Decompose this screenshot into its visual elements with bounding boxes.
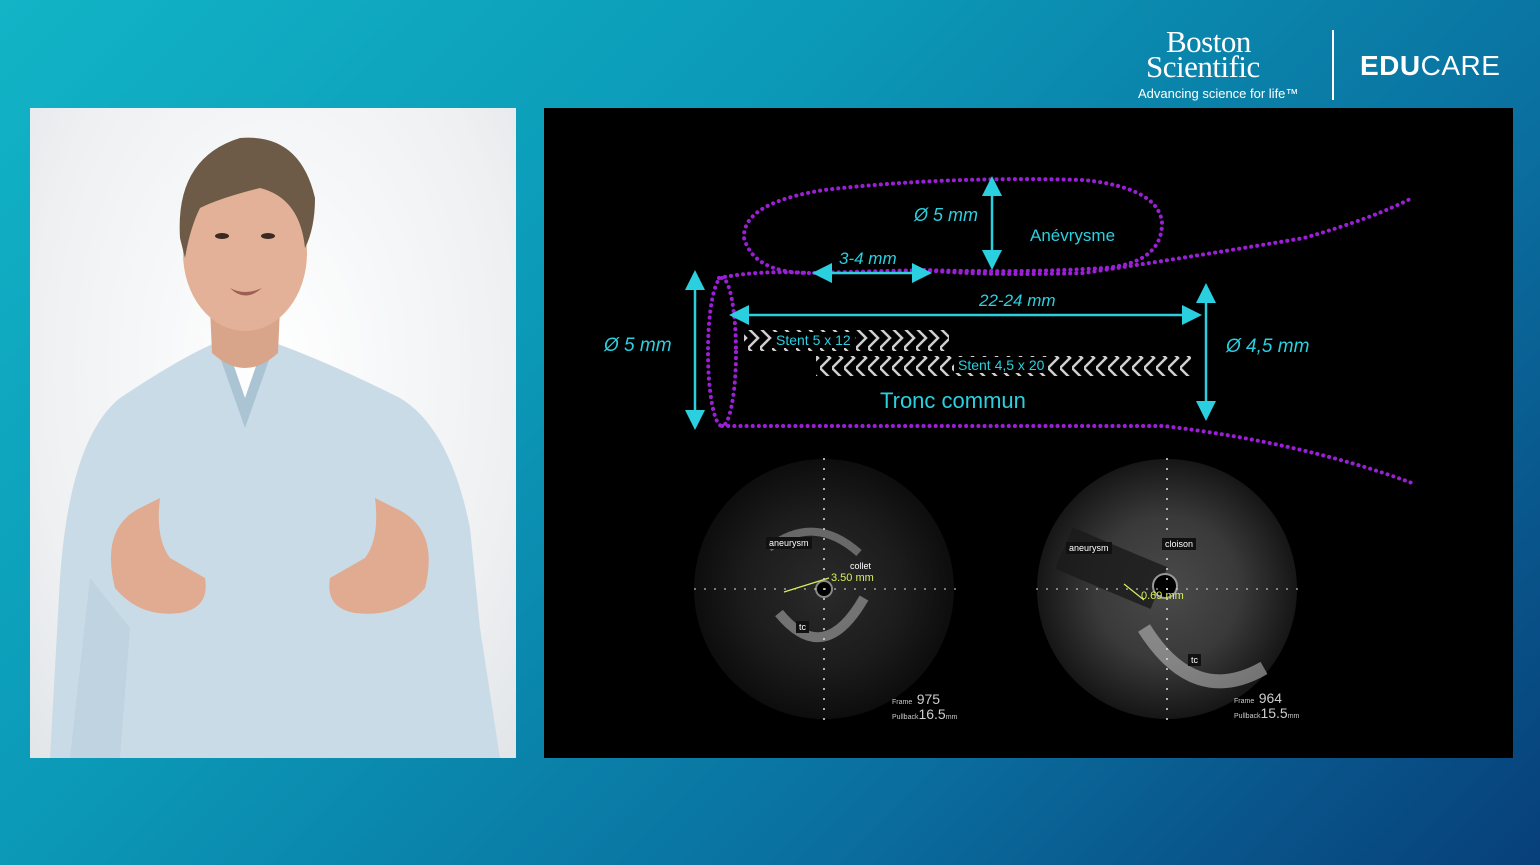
pullback-value: 16.5 (918, 706, 946, 722)
diagram-panel: Ø 5 mm Anévrysme 3-4 mm 22-24 mm Ø 5 mm … (544, 108, 1513, 758)
ivus-right-cloison-tag: cloison (1162, 538, 1197, 550)
ivus-right-tc-tag: tc (1188, 654, 1202, 666)
neck-length-label: 3-4 mm (839, 249, 897, 268)
brand-header: Boston Scientific Advancing science for … (1130, 26, 1520, 103)
logo-tagline: Advancing science for life™ (1138, 86, 1299, 101)
logo-divider (1332, 30, 1334, 100)
vessel-label: Tronc commun (880, 388, 1026, 413)
ivus-right-pullback: Pullback15.5mm (1234, 705, 1299, 723)
presenter-video (30, 108, 516, 758)
frame-label: Frame (1234, 698, 1255, 705)
outlet-diameter-label: Ø 4,5 mm (1226, 336, 1310, 357)
presenter-illustration (50, 137, 500, 758)
stent-span-label: 22-24 mm (979, 291, 1056, 310)
educare-bold: EDU (1360, 50, 1421, 81)
frame-value: 964 (1258, 690, 1283, 706)
pullback-unit: mm (1287, 713, 1300, 720)
stent2-label: Stent 4,5 x 20 (954, 357, 1049, 373)
educare-logo: EDUCARE (1360, 50, 1500, 82)
pullback-unit: mm (945, 714, 958, 721)
logo-line2: Scientific (1146, 49, 1260, 84)
ivus-left-pullback: Pullback16.5mm (892, 706, 957, 724)
frame-value: 975 (916, 691, 941, 707)
pullback-label: Pullback (892, 714, 919, 721)
ivus-left-measure: 3.50 mm (831, 572, 874, 584)
aneurysm-diameter-label: Ø 5 mm (914, 205, 979, 225)
ivus-left-aneurysm-tag: aneurysm (766, 537, 812, 549)
ivus-right-aneurysm-tag: aneurysm (1066, 542, 1112, 554)
frame-label: Frame (892, 699, 913, 706)
ivus-right-measure: 0.69 mm (1141, 590, 1184, 602)
ivus-image-left (694, 458, 956, 720)
educare-light: CARE (1420, 50, 1501, 81)
ivus-image-right (1036, 458, 1299, 720)
ivus-left-collet-tag: collet (850, 561, 872, 571)
ivus-left-tc-tag: tc (796, 621, 810, 633)
inlet-diameter-label: Ø 5 mm (604, 335, 672, 356)
pullback-value: 15.5 (1260, 705, 1288, 721)
stent1-label: Stent 5 x 12 (772, 332, 855, 348)
pullback-label: Pullback (1234, 713, 1261, 720)
vessel-diagram (685, 176, 1414, 720)
aneurysm-label: Anévrysme (1030, 226, 1116, 245)
boston-scientific-logo: Boston Scientific Advancing science for … (1130, 26, 1310, 103)
